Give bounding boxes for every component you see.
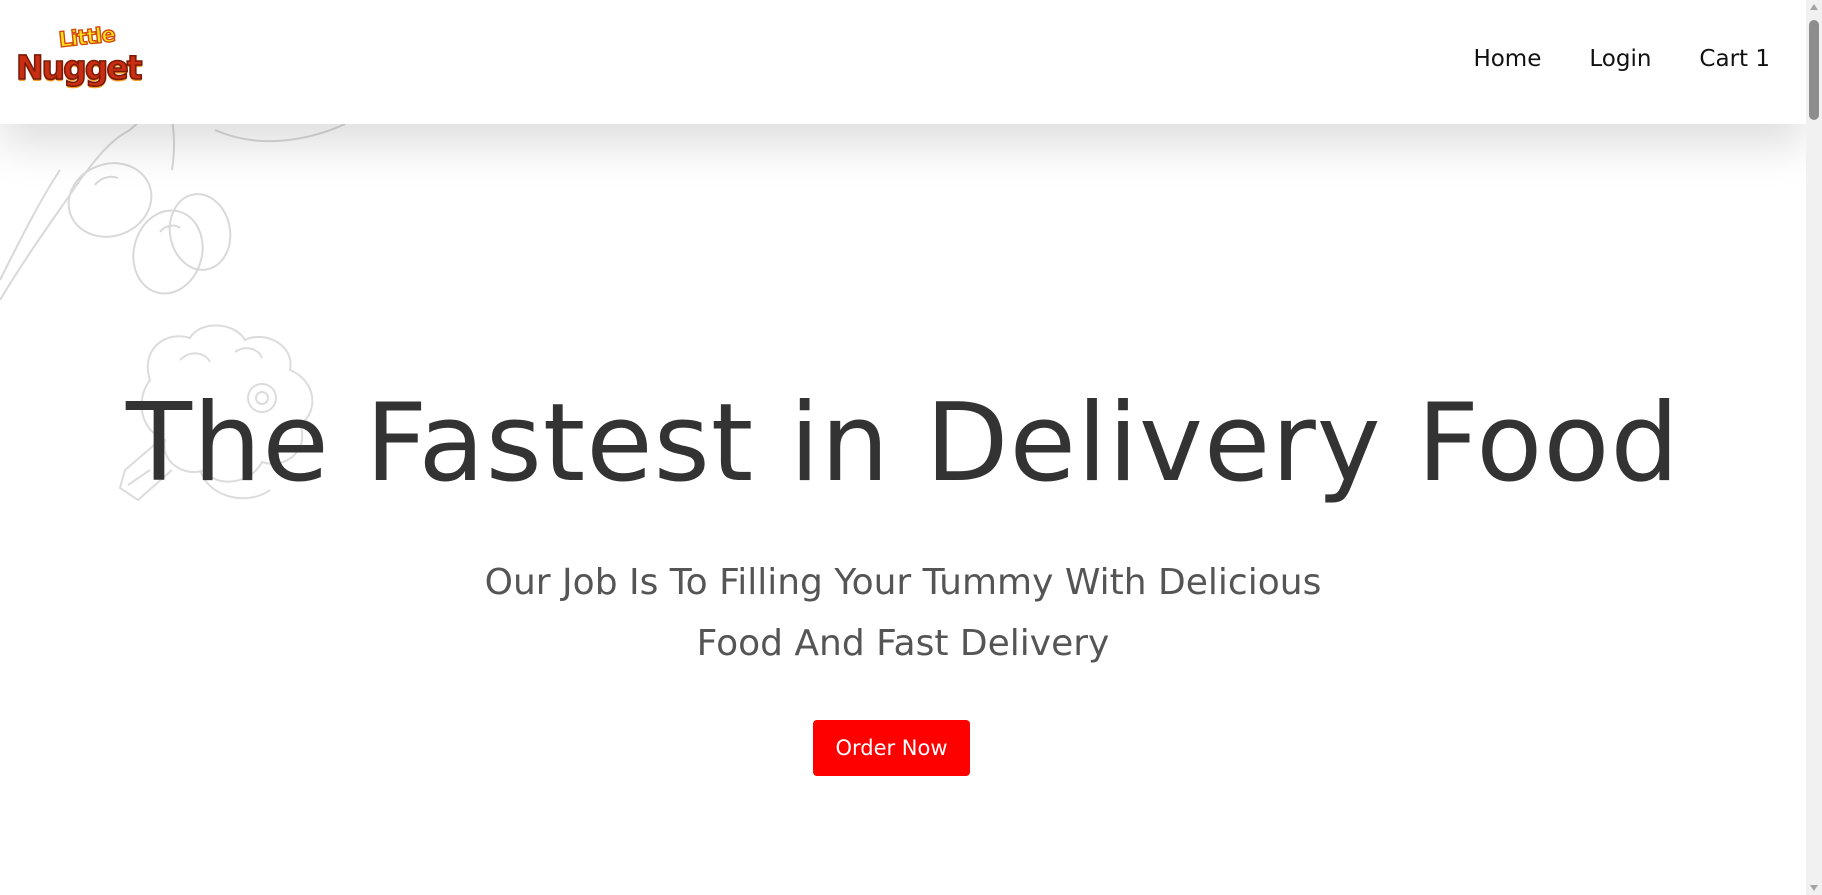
nav-login-link[interactable]: Login [1589, 46, 1651, 72]
hero-subtitle: Our Job Is To Filling Your Tummy With De… [484, 562, 1322, 664]
nav-home-link[interactable]: Home [1473, 46, 1541, 72]
order-now-button[interactable]: Order Now [813, 720, 970, 776]
vertical-scrollbar[interactable] [1806, 0, 1822, 895]
hero-title: The Fastest in Delivery Food [126, 381, 1680, 506]
nav-links: Home Login Cart 1 [1473, 46, 1770, 72]
little-nugget-logo[interactable]: Little Nugget [14, 22, 143, 98]
scrollbar-thumb[interactable] [1809, 20, 1819, 120]
top-navbar: Little Nugget Home Login Cart 1 [0, 0, 1806, 124]
hero-section: The Fastest in Delivery Food Our Job Is … [0, 124, 1806, 895]
page: Little Nugget Home Login Cart 1 The Fast… [0, 0, 1822, 895]
scroll-up-arrow-icon[interactable] [1810, 4, 1818, 10]
logo-text-nugget: Nugget [15, 47, 143, 88]
scroll-down-arrow-icon[interactable] [1810, 885, 1818, 891]
nav-cart-link[interactable]: Cart 1 [1699, 46, 1770, 72]
page-content: Little Nugget Home Login Cart 1 The Fast… [0, 0, 1806, 895]
